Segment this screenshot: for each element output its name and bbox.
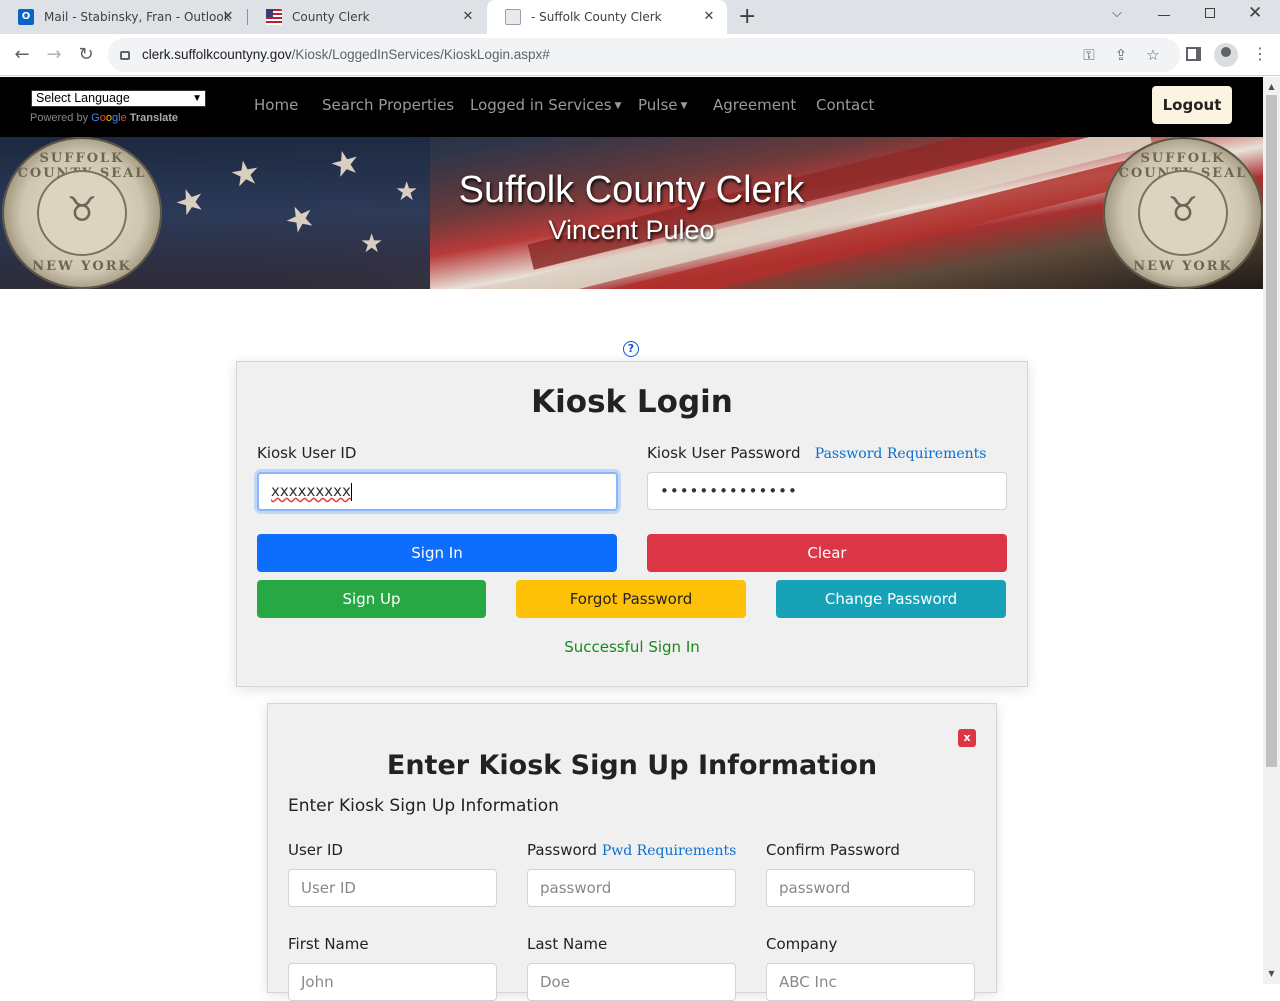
page-scrollbar[interactable]: ▲ ▼ [1263, 77, 1280, 984]
logout-button[interactable]: Logout [1152, 86, 1232, 124]
sign-in-status: Successful Sign In [564, 638, 700, 656]
caret-down-icon: ▼ [614, 101, 622, 111]
signup-user-id-label: User ID [288, 841, 343, 859]
forward-arrow-icon[interactable]: → [42, 43, 66, 67]
nav-home[interactable]: Home [254, 96, 298, 114]
kiosk-login-card: Kiosk Login Kiosk User ID Kiosk User Pas… [236, 361, 1028, 687]
browser-tab-strip: O Mail - Stabinsky, Fran - Outlook ✕ Cou… [0, 0, 1280, 34]
nav-contact[interactable]: Contact [816, 96, 874, 114]
banner: ★ ★ ★ ★ ★ ★ SUFFOLK COUNTY SEAL ♉ NEW YO… [0, 137, 1263, 289]
close-icon[interactable]: ✕ [220, 9, 236, 25]
profile-avatar-icon[interactable] [1214, 43, 1238, 67]
sign-in-button[interactable]: Sign In [257, 534, 617, 572]
close-icon[interactable]: ✕ [460, 9, 476, 25]
tab-title: - Suffolk County Clerk [531, 10, 662, 24]
window-close-icon[interactable]: ✕ [1248, 3, 1262, 23]
pwd-requirements-link[interactable]: Pwd Requirements [602, 843, 736, 859]
last-name-label: Last Name [527, 935, 608, 953]
confirm-password-label: Confirm Password [766, 841, 900, 859]
user-id-label: Kiosk User ID [257, 444, 357, 462]
tab-title: County Clerk [292, 10, 370, 24]
sign-up-button[interactable]: Sign Up [257, 580, 486, 618]
county-seal-right: SUFFOLK COUNTY SEAL ♉ NEW YORK [1103, 137, 1263, 289]
user-id-input[interactable]: xxxxxxxxx [257, 472, 618, 511]
powered-by-google-translate[interactable]: Powered by Google Translate [30, 112, 178, 124]
password-label: Kiosk User Password Password Requirement… [647, 444, 987, 462]
flag-stripe [467, 137, 1153, 289]
side-panel-icon[interactable] [1186, 47, 1201, 61]
key-icon[interactable]: ⚿ [1080, 46, 1098, 64]
nav-logged-in-services[interactable]: Logged in Services ▼ [470, 96, 621, 114]
back-arrow-icon[interactable]: ← [10, 43, 34, 67]
reload-icon[interactable]: ↻ [74, 43, 98, 67]
clear-button[interactable]: Clear [647, 534, 1007, 572]
scroll-down-arrow-icon[interactable]: ▼ [1263, 967, 1280, 981]
tab-county-clerk[interactable]: County Clerk ✕ [248, 0, 486, 34]
signup-card: Enter Kiosk Sign Up Information Enter Ki… [267, 703, 997, 1001]
scroll-up-arrow-icon[interactable]: ▲ [1263, 80, 1280, 94]
banner-subtitle: Vincent Puleo [548, 215, 715, 245]
close-icon[interactable]: ✕ [701, 9, 717, 25]
address-bar: ← → ↻ clerk.suffolkcountyny.gov/Kiosk/Lo… [0, 34, 1280, 76]
chevron-down-icon: ▼ [192, 93, 202, 104]
help-icon[interactable]: ? [623, 341, 639, 357]
document-icon [505, 9, 521, 25]
outlook-icon: O [18, 9, 34, 25]
google-logo: Google [91, 112, 127, 124]
county-seal-left: SUFFOLK COUNTY SEAL ♉ NEW YORK [2, 137, 162, 289]
minimize-icon[interactable] [1158, 15, 1170, 16]
tab-outlook[interactable]: O Mail - Stabinsky, Fran - Outlook ✕ [0, 0, 246, 34]
signup-title: Enter Kiosk Sign Up Information [386, 750, 878, 781]
tab-title: Mail - Stabinsky, Fran - Outlook [44, 10, 231, 24]
first-name-input[interactable]: John [288, 963, 497, 1001]
company-input[interactable]: ABC Inc [766, 963, 975, 1001]
signup-password-input[interactable]: password [527, 869, 736, 907]
confirm-password-input[interactable]: password [766, 869, 975, 907]
url-text[interactable]: clerk.suffolkcountyny.gov/Kiosk/LoggedIn… [142, 47, 550, 62]
chevron-down-icon[interactable]: ⌵ [1112, 6, 1122, 21]
scrollbar-thumb[interactable] [1266, 95, 1277, 767]
nav-pulse[interactable]: Pulse ▼ [638, 96, 687, 114]
lock-icon [120, 51, 130, 60]
company-label: Company [766, 935, 838, 953]
share-icon[interactable]: ⇪ [1112, 46, 1130, 64]
signup-subtitle: Enter Kiosk Sign Up Information [288, 796, 559, 816]
site-navbar: Select Language ▼ Powered by Google Trans… [0, 77, 1263, 137]
menu-dots-icon[interactable]: ⋮ [1252, 45, 1268, 63]
us-flag-icon [266, 9, 282, 25]
star-icon[interactable]: ☆ [1144, 46, 1162, 64]
first-name-label: First Name [288, 935, 369, 953]
new-tab-button[interactable]: + [738, 5, 756, 29]
forgot-password-button[interactable]: Forgot Password [516, 580, 746, 618]
restore-icon[interactable] [1205, 8, 1215, 18]
last-name-input[interactable]: Doe [527, 963, 736, 1001]
nav-search-properties[interactable]: Search Properties [322, 96, 454, 114]
password-input[interactable]: •••••••••••••• [647, 472, 1007, 510]
language-select[interactable]: Select Language ▼ [31, 90, 206, 107]
url-omnibox[interactable]: clerk.suffolkcountyny.gov/Kiosk/LoggedIn… [108, 38, 1180, 72]
close-signup-button[interactable]: x [958, 729, 976, 747]
login-title: Kiosk Login [531, 384, 733, 420]
nav-agreement[interactable]: Agreement [713, 96, 796, 114]
signup-user-id-input[interactable]: User ID [288, 869, 497, 907]
caret-down-icon: ▼ [680, 101, 688, 111]
change-password-button[interactable]: Change Password [776, 580, 1006, 618]
signup-password-label: Password Pwd Requirements [527, 841, 737, 859]
banner-title: Suffolk County Clerk [458, 169, 805, 211]
password-requirements-link[interactable]: Password Requirements [815, 446, 987, 462]
tab-suffolk-county-clerk[interactable]: - Suffolk County Clerk ✕ [487, 0, 727, 34]
